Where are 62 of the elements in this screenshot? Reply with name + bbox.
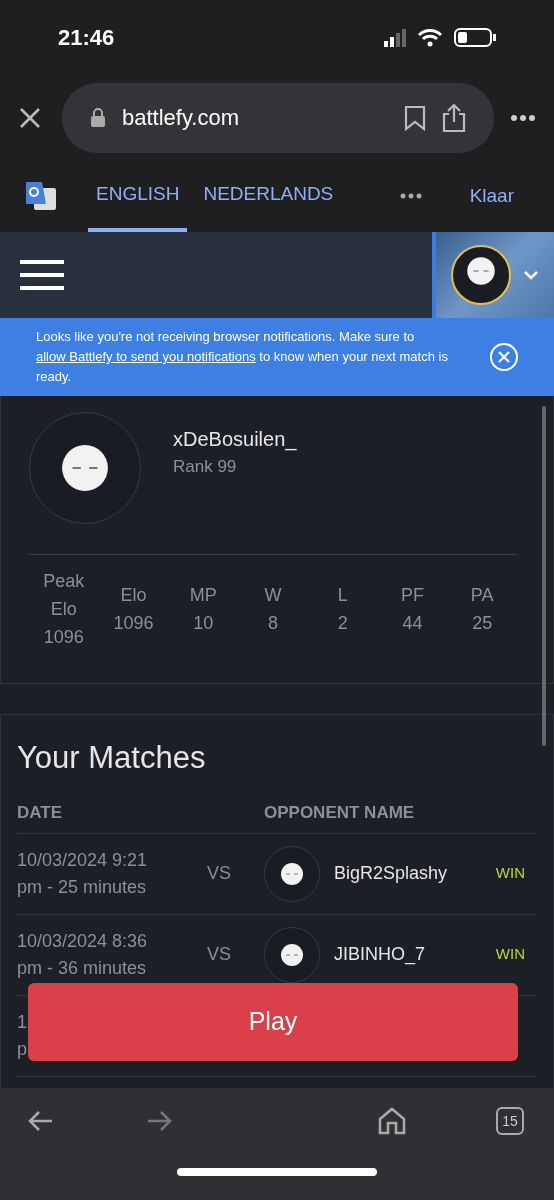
versus-label: VS [207, 862, 232, 885]
status-time: 21:46 [58, 24, 115, 52]
notification-text: Looks like you're not receiving browser notifications. Make sure to allow Battlefy to send you notifications to know when your next match is ready. [36, 328, 449, 386]
url-bar[interactable]: battlefy.com [62, 82, 494, 153]
stat-label: Elo [119, 584, 148, 607]
matches-title: Your Matches [17, 739, 207, 777]
match-date: pm - 25 minutes [17, 875, 148, 899]
face-icon [280, 942, 304, 967]
face-icon [466, 256, 496, 286]
notification-link[interactable]: allow Battlefy to send you notifications [36, 349, 256, 364]
stat-value: 44 [402, 612, 423, 635]
match-result: WIN [495, 863, 525, 884]
opponent-name[interactable]: BigR2Splashy [334, 860, 496, 887]
close-icon [498, 351, 510, 363]
profile-menu-button[interactable] [432, 232, 554, 318]
chevron-down-icon [523, 270, 539, 280]
lock-icon [90, 107, 106, 128]
more-icon[interactable] [399, 193, 422, 199]
wifi-icon [418, 28, 442, 47]
battery-icon [454, 28, 496, 47]
close-icon [18, 105, 42, 130]
more-icon[interactable] [510, 113, 536, 122]
player-rank: Rank 99 [173, 456, 238, 479]
stat-label: Peak Elo [42, 570, 86, 621]
forward-icon[interactable] [146, 1110, 172, 1132]
share-icon[interactable] [442, 102, 466, 133]
face-icon [280, 861, 304, 886]
stat-value: 1096 [113, 612, 154, 635]
match-date: 1 [17, 1010, 28, 1034]
match-result: WIN [495, 944, 525, 965]
close-button[interactable] [490, 343, 518, 371]
versus-label: VS [207, 943, 232, 966]
back-icon[interactable] [28, 1110, 54, 1132]
player-name: xDeBosuilen_ [173, 427, 297, 453]
bookmark-icon[interactable] [404, 104, 426, 131]
column-header: DATE [17, 802, 63, 825]
stat-label: L [336, 584, 349, 607]
stat-value: 25 [472, 612, 493, 635]
match-date: 10/03/2024 9:21 [17, 848, 149, 872]
column-header: OPPONENT NAME [264, 802, 415, 825]
stat-label: PA [469, 584, 495, 607]
translate-icon [24, 180, 56, 212]
stat-value: 10 [193, 612, 214, 635]
home-icon[interactable] [378, 1107, 406, 1135]
opponent-name[interactable]: JIBINHO_7 [334, 941, 496, 968]
language-tab[interactable]: NEDERLANDS [195, 160, 342, 232]
url-text: battlefy.com [122, 104, 240, 132]
face-icon [60, 443, 110, 493]
stat-value: 8 [268, 612, 278, 635]
menu-icon [20, 260, 64, 290]
match-date: pm - 36 minutes [17, 956, 148, 980]
stat-label: PF [399, 584, 425, 607]
play-button[interactable]: Play [28, 983, 518, 1061]
stat-value: 1096 [43, 626, 84, 649]
stat-value: 2 [337, 612, 348, 635]
match-date: 10/03/2024 8:36 [17, 929, 149, 953]
signal-icon [384, 28, 406, 47]
stat-label: MP [188, 584, 218, 607]
done-button[interactable]: Klaar [469, 160, 514, 232]
stat-label: W [263, 584, 283, 607]
match-date: p [17, 1037, 28, 1061]
tabs-button[interactable]: 15 [496, 1107, 524, 1135]
